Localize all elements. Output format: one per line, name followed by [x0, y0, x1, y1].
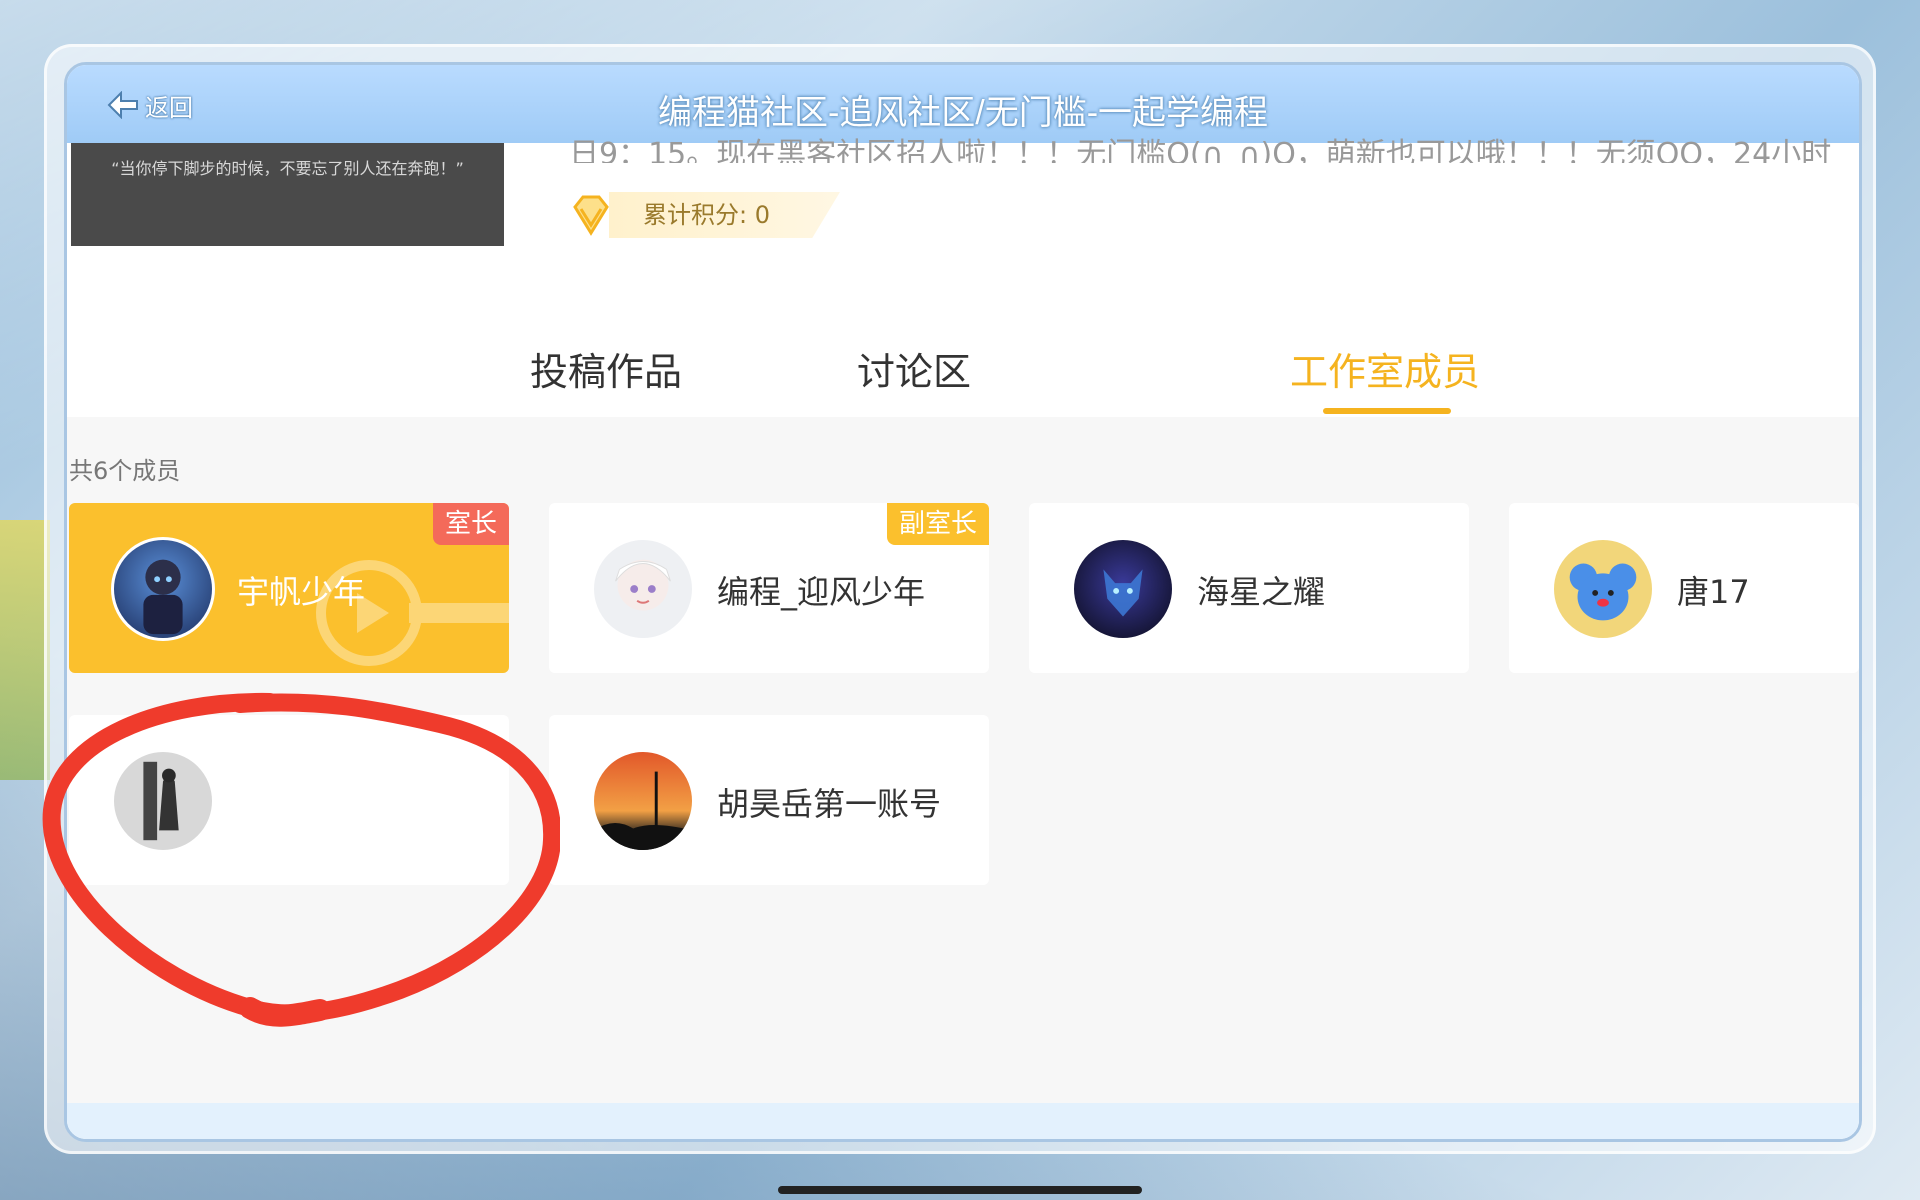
blue-koala-avatar[interactable] [1551, 537, 1655, 641]
member-count: 共6个成员 [69, 457, 181, 485]
tab-members[interactable]: 工作室成员 [1290, 341, 1480, 396]
tab-discussion[interactable]: 讨论区 [857, 341, 971, 396]
active-tab-indicator [1323, 408, 1451, 414]
member-name: 胡昊岳第一账号 [717, 785, 942, 823]
page-title: 编程猫社区-追风社区/无门槛-一起学编程 [657, 94, 1269, 132]
member-card[interactable]: 编程_迎风少年 副室长 [549, 503, 989, 673]
vice-owner-badge: 副室长 [886, 503, 989, 545]
member-name: 编程_迎风少年 [717, 573, 926, 611]
home-indicator [778, 1186, 1142, 1194]
cover-quote: “当你停下脚步的时候，不要忘了别人还在奔跑！” [111, 159, 464, 178]
member-card[interactable]: 宇帆少年 室长 [69, 503, 509, 673]
member-name: 海星之耀 [1197, 573, 1326, 611]
tab-bar: 投稿作品 讨论区 工作室成员 [67, 333, 1859, 417]
boy-avatar[interactable] [111, 537, 215, 641]
member-card[interactable]: 海星之耀 [1029, 503, 1469, 673]
annotation-circle [42, 692, 560, 1027]
wolf-avatar[interactable] [1071, 537, 1175, 641]
score-badge: 累计积分: 0 [567, 191, 840, 239]
member-name: 唐17 [1677, 573, 1750, 611]
bottom-bar [67, 1103, 1859, 1139]
member-card[interactable]: 唐17 [1509, 503, 1859, 673]
white-hair-avatar[interactable] [591, 537, 695, 641]
member-name: 宇帆少年 [237, 573, 366, 611]
sunset-avatar[interactable] [591, 749, 695, 853]
studio-description: 日9：15。现在黑客社区招人啦！！！无门槛O(∩_∩)O，萌新也可以哦！！！无须… [569, 137, 1832, 163]
member-card[interactable]: 胡昊岳第一账号 [549, 715, 989, 885]
tab-works[interactable]: 投稿作品 [530, 341, 682, 396]
score-label: 累计积分: 0 [609, 192, 840, 238]
studio-cover: “当你停下脚步的时候，不要忘了别人还在奔跑！” [71, 143, 504, 246]
diamond-icon [573, 195, 609, 236]
owner-badge: 室长 [432, 503, 509, 545]
